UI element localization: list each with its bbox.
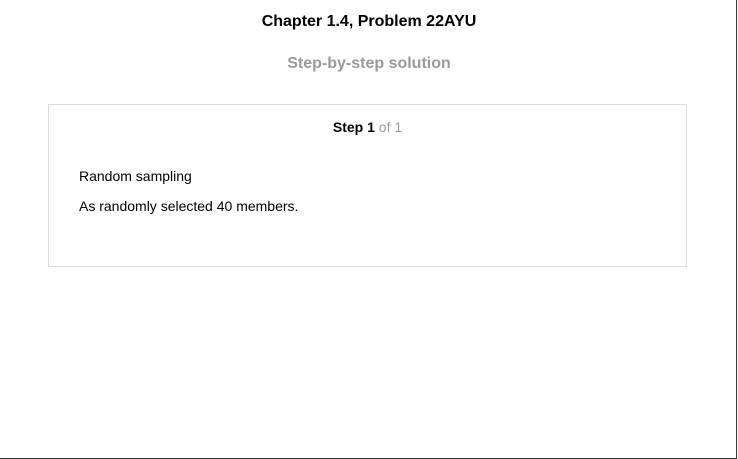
- step-total: of 1: [378, 119, 403, 135]
- step-label: Step: [332, 119, 364, 135]
- step-text-line: As randomly selected 40 members.: [79, 198, 299, 214]
- step-header: Step 1 of 1: [49, 118, 686, 136]
- solution-subtitle: Step-by-step solution: [287, 55, 451, 72]
- step-card: Step 1 of 1 Random sampling As randomly …: [48, 104, 687, 267]
- step-number: 1: [367, 119, 375, 135]
- step-text-line: Random sampling: [79, 168, 192, 184]
- page-title: Chapter 1.4, Problem 22AYU: [261, 13, 477, 30]
